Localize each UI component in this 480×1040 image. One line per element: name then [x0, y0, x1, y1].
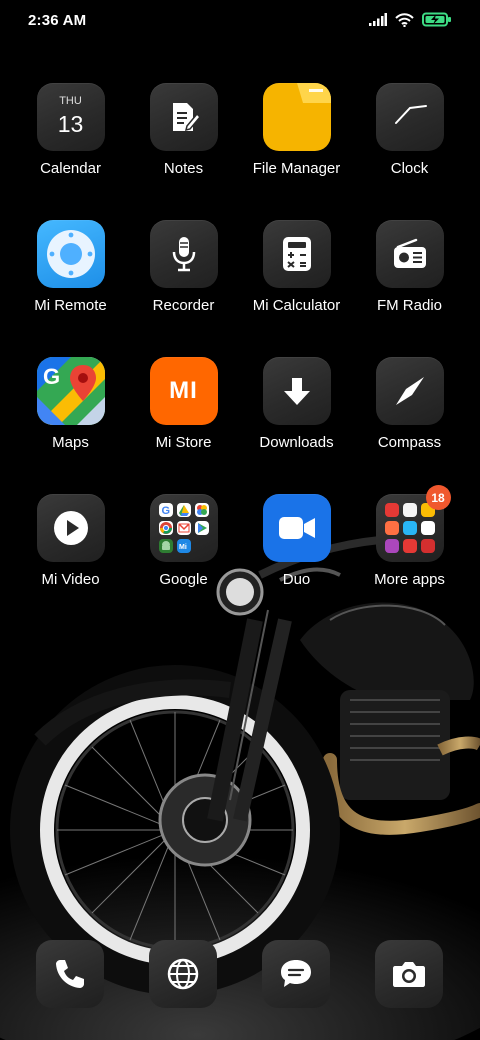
pay-mini-icon: Mi: [176, 539, 191, 553]
app-mi-video[interactable]: Mi Video: [14, 494, 127, 614]
browser-globe-icon: [167, 958, 199, 990]
app-label: Mi Store: [155, 434, 212, 451]
battery-charging-icon: [422, 12, 452, 32]
camera-button[interactable]: [375, 940, 443, 1008]
calculator-icon: [262, 220, 331, 288]
remote-icon: [36, 220, 105, 288]
mini-app-icon: [402, 503, 417, 517]
phone-icon: [56, 960, 84, 988]
mini-app-icon: [402, 539, 417, 553]
app-clock[interactable]: Clock: [353, 83, 466, 203]
app-mi-remote[interactable]: Mi Remote: [14, 220, 127, 340]
radio-icon: [375, 220, 444, 288]
mini-app-icon: [384, 539, 399, 553]
app-label: Maps: [52, 434, 89, 451]
app-label: Recorder: [152, 297, 215, 314]
mini-app-icon: [402, 521, 417, 535]
mini-app-icon: [384, 521, 399, 535]
app-maps[interactable]: G Maps: [14, 357, 127, 477]
app-folder-more-apps[interactable]: 18 More apps: [353, 485, 466, 614]
mini-app-icon: [420, 539, 435, 553]
app-mi-store[interactable]: MI Mi Store: [127, 357, 240, 477]
app-label: Mi Calculator: [252, 297, 341, 314]
dock: [0, 940, 480, 1010]
app-compass[interactable]: Compass: [353, 357, 466, 477]
browser-button[interactable]: [149, 940, 217, 1008]
folder-more-apps-icon: 18: [375, 485, 451, 562]
svg-text:G: G: [43, 364, 60, 389]
mi-logo: MI: [169, 377, 198, 404]
app-label: File Manager: [252, 160, 341, 177]
wps-mini-icon: [384, 503, 399, 517]
app-label: Notes: [163, 160, 204, 177]
app-label: Mi Remote: [34, 297, 107, 314]
maps-icon: G: [36, 357, 105, 425]
app-fm-radio[interactable]: FM Radio: [353, 220, 466, 340]
wifi-icon: [395, 12, 414, 32]
camera-icon: [393, 962, 425, 987]
svg-text:G: G: [161, 505, 170, 517]
app-label: FM Radio: [376, 297, 443, 314]
chrome-mini-icon: [158, 521, 173, 535]
app-label: Downloads: [259, 434, 334, 451]
calendar-day: THU: [59, 95, 82, 107]
compass-icon: [375, 357, 444, 425]
empty-slot: [195, 539, 209, 553]
microphone-icon: [149, 220, 218, 288]
status-time: 2:36 AM: [28, 12, 87, 29]
messages-icon: [281, 960, 311, 987]
app-label: Compass: [377, 434, 442, 451]
app-label: More apps: [374, 571, 445, 588]
play-icon: [36, 494, 105, 562]
calendar-date: 13: [57, 111, 84, 137]
status-icons: [369, 12, 452, 32]
app-label: Google: [159, 571, 208, 588]
app-label: Mi Video: [41, 571, 100, 588]
folder-google-icon: G Mi: [149, 494, 218, 562]
app-recorder[interactable]: Recorder: [127, 220, 240, 340]
app-mi-calculator[interactable]: Mi Calculator: [240, 220, 353, 340]
folder-icon: [262, 83, 331, 151]
android-mini-icon: [158, 539, 173, 553]
video-camera-icon: [262, 494, 331, 562]
app-folder-google[interactable]: G Mi Google: [127, 494, 240, 614]
app-label: Clock: [390, 160, 429, 177]
app-duo[interactable]: Duo: [240, 494, 353, 614]
google-mini-icon: G: [158, 503, 173, 517]
photos-mini-icon: [194, 503, 209, 517]
mi-store-icon: MI: [149, 357, 218, 425]
play-store-mini-icon: [194, 521, 209, 535]
drive-mini-icon: [176, 503, 191, 517]
notification-badge: 18: [425, 485, 451, 510]
app-label: Calendar: [40, 160, 101, 177]
app-file-manager[interactable]: File Manager: [240, 83, 353, 203]
status-bar: 2:36 AM: [0, 0, 480, 44]
signal-icon: [369, 13, 387, 31]
gmail-mini-icon: [176, 521, 191, 535]
svg-text:Mi: Mi: [179, 544, 187, 551]
app-label: Duo: [282, 571, 311, 588]
calendar-icon: THU 13: [36, 83, 105, 151]
messages-button[interactable]: [262, 940, 330, 1008]
notes-icon: [149, 83, 218, 151]
download-icon: [262, 357, 331, 425]
app-notes[interactable]: Notes: [127, 83, 240, 203]
clock-icon: [375, 83, 444, 151]
phone-button[interactable]: [36, 940, 104, 1008]
mini-app-icon: [420, 521, 435, 535]
app-downloads[interactable]: Downloads: [240, 357, 353, 477]
app-calendar[interactable]: THU 13 Calendar: [14, 83, 127, 203]
